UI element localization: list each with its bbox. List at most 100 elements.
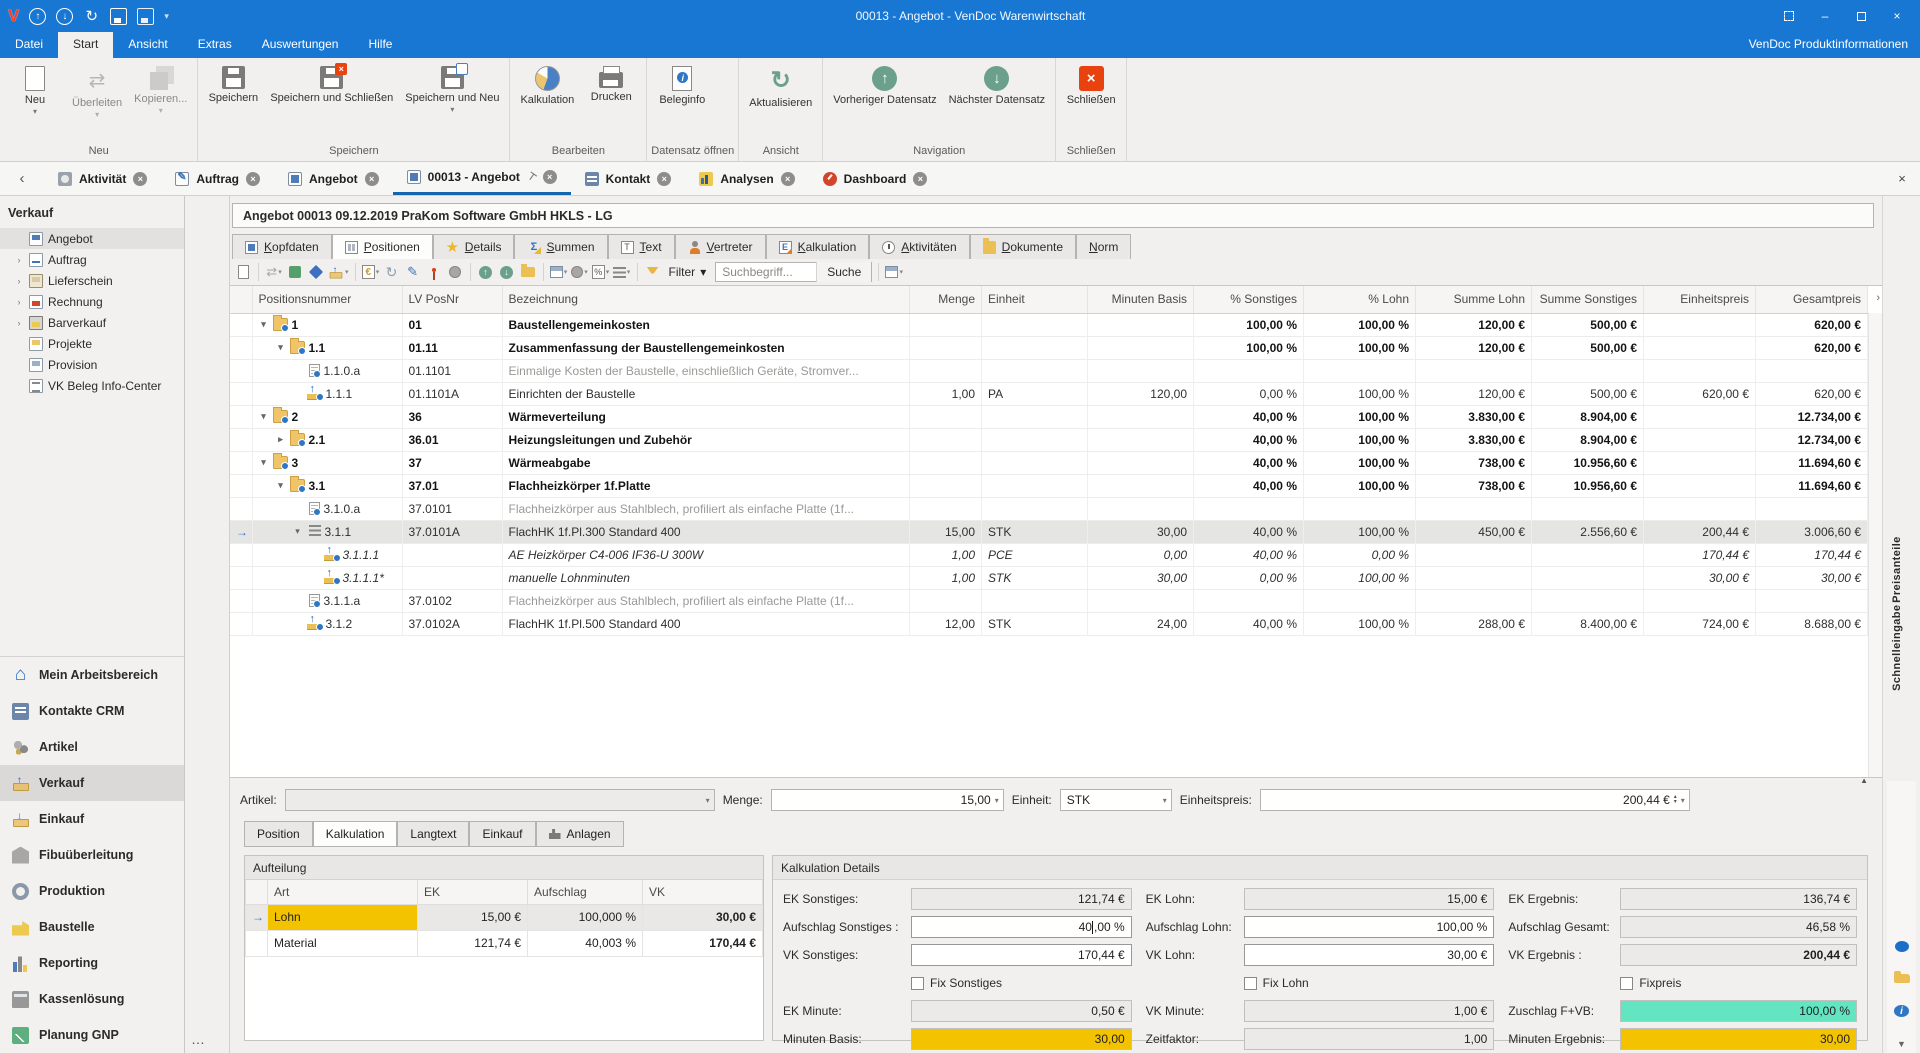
vorheriger-datensatz-button[interactable]: ↑Vorheriger Datensatz xyxy=(827,62,942,108)
save-icon[interactable] xyxy=(110,8,127,25)
ueberleiten-button[interactable]: ⇄Überleiten▾ xyxy=(66,62,128,120)
naechster-datensatz-button[interactable]: ↓Nächster Datensatz xyxy=(943,62,1052,108)
article-icon[interactable]: ▾ xyxy=(328,263,349,281)
record-up-icon[interactable]: ↑ xyxy=(29,8,46,25)
editor-tab-anlagen[interactable]: Anlagen xyxy=(536,821,624,847)
tab-vertreter[interactable]: Vertreter xyxy=(675,234,766,259)
artikel-combo[interactable]: ▾ xyxy=(285,789,715,811)
price-tag-icon[interactable] xyxy=(307,263,325,281)
table-row[interactable]: ▾236Wärmeverteilung40,00 %100,00 %3.830,… xyxy=(230,405,1868,428)
aufschlag-sonstiges-field[interactable]: 40,00 % xyxy=(911,916,1132,938)
table-row[interactable]: →Lohn15,00 €100,000 %30,00 € xyxy=(246,904,763,930)
table-row[interactable]: 3.1.237.0102AFlachHK 1f.Pl.500 Standard … xyxy=(230,612,1868,635)
checkbox-fixpreis[interactable]: Fixpreis xyxy=(1620,976,1681,990)
vertical-tab-preisanteile[interactable]: Preisanteile xyxy=(1891,536,1903,603)
sidebar-item-angebot[interactable]: Angebot xyxy=(0,228,184,249)
column-header-summe-lohn[interactable]: Summe Lohn xyxy=(1416,286,1532,313)
nav-item-einkauf[interactable]: Einkauf xyxy=(0,801,184,837)
table-row[interactable]: ▾101Baustellengemeinkosten100,00 %100,00… xyxy=(230,313,1868,336)
sidebar-item-lieferschein[interactable]: ›Lieferschein xyxy=(0,270,184,291)
nav-item-baustelle[interactable]: Baustelle xyxy=(0,909,184,945)
schliessen-button[interactable]: ×Schließen xyxy=(1060,62,1122,108)
vertical-tab-schnelleingabe[interactable]: Schnelleingabe xyxy=(1891,605,1903,691)
nav-item-planung-gnp[interactable]: Planung GNP xyxy=(0,1017,184,1053)
aufschlag-lohn-field[interactable]: 100,00 % xyxy=(1244,916,1495,938)
aktualisieren-button[interactable]: ↻Aktualisieren xyxy=(743,62,818,111)
new-position-icon[interactable] xyxy=(234,263,252,281)
menu-item-datei[interactable]: Datei xyxy=(0,32,58,58)
column-header-art[interactable]: Art xyxy=(268,880,418,904)
vk-sonstiges-field[interactable]: 170,44 € xyxy=(911,944,1132,966)
spinner-icon[interactable]: ▴▾ xyxy=(1674,795,1677,805)
column-header-sonstiges[interactable]: % Sonstiges xyxy=(1194,286,1304,313)
table-row[interactable]: ▸2.136.01Heizungsleitungen und Zubehör40… xyxy=(230,428,1868,451)
close-tab-icon[interactable]: × xyxy=(365,172,379,186)
table-row[interactable]: ▾337Wärmeabgabe40,00 %100,00 %738,00 €10… xyxy=(230,451,1868,474)
filter-icon[interactable] xyxy=(644,263,662,281)
tab-text[interactable]: TText xyxy=(608,234,675,259)
close-tab-icon[interactable]: × xyxy=(781,172,795,186)
nav-item-verkauf[interactable]: Verkauf xyxy=(0,765,184,801)
expander-icon[interactable]: ▾ xyxy=(259,319,269,330)
panel-splitter[interactable]: ▲ xyxy=(230,777,1882,783)
layout-icon[interactable]: ▾ xyxy=(885,263,903,281)
tab-kopfdaten[interactable]: Kopfdaten xyxy=(232,234,332,259)
percent-doc-icon[interactable]: %▾ xyxy=(592,263,610,281)
close-tab-icon[interactable]: × xyxy=(543,170,557,184)
tab-close-icon[interactable]: × xyxy=(1884,162,1920,195)
expander-icon[interactable]: ▾ xyxy=(276,480,286,491)
table-row[interactable]: →▾3.1.137.0101AFlachHK 1f.Pl.300 Standar… xyxy=(230,520,1868,543)
table-row[interactable]: 1.1.101.1101AEinrichten der Baustelle1,0… xyxy=(230,382,1868,405)
menu-item-hilfe[interactable]: Hilfe xyxy=(353,32,407,58)
recalc-icon[interactable]: ↻ xyxy=(383,263,401,281)
transfer-icon[interactable]: ⇄▾ xyxy=(265,263,283,281)
column-header-vk[interactable]: VK xyxy=(643,880,763,904)
kalkulation-button[interactable]: Kalkulation xyxy=(514,62,580,108)
checkbox-icon[interactable] xyxy=(1244,977,1257,990)
menu-item-start[interactable]: Start xyxy=(58,32,113,58)
editor-tab-langtext[interactable]: Langtext xyxy=(397,821,469,847)
pin-icon[interactable] xyxy=(425,263,443,281)
doc-tab-analysen[interactable]: Analysen× xyxy=(685,162,808,195)
nav-item-reporting[interactable]: Reporting xyxy=(0,945,184,981)
expander-icon[interactable]: ▾ xyxy=(259,411,269,422)
checkbox-fix-sonstiges[interactable]: Fix Sonstiges xyxy=(911,976,1002,990)
kopieren-button[interactable]: Kopieren...▾ xyxy=(128,62,193,116)
close-tab-icon[interactable]: × xyxy=(657,172,671,186)
table-row[interactable]: ▾1.101.11Zusammenfassung der Baustelleng… xyxy=(230,336,1868,359)
table-settings-icon[interactable]: ▾ xyxy=(550,263,568,281)
vk-lohn-field[interactable]: 30,00 € xyxy=(1244,944,1495,966)
expander-icon[interactable]: ▸ xyxy=(276,434,286,445)
checkbox-fix-lohn[interactable]: Fix Lohn xyxy=(1244,976,1309,990)
table-row[interactable]: 3.1.1.1*manuelle Lohnminuten1,00STK30,00… xyxy=(230,566,1868,589)
fullscreen-button[interactable] xyxy=(1772,4,1806,28)
close-tab-icon[interactable]: × xyxy=(913,172,927,186)
more-columns-icon[interactable]: › xyxy=(1876,292,1880,304)
maximize-button[interactable] xyxy=(1844,4,1878,28)
nav-item-fibuueberleitung[interactable]: Fibuüberleitung xyxy=(0,837,184,873)
einheitspreis-field[interactable]: 200,44 € ▴▾ ▾ xyxy=(1260,789,1690,811)
search-input[interactable] xyxy=(716,263,816,281)
sidebar-item-rechnung[interactable]: ›Rechnung xyxy=(0,291,184,312)
column-header-gesamtpreis[interactable]: Gesamtpreis xyxy=(1756,286,1868,313)
web-icon[interactable] xyxy=(446,263,464,281)
pin-icon[interactable]: ⊤ xyxy=(525,170,538,184)
price-doc-icon[interactable]: €▾ xyxy=(362,263,380,281)
edit-position-icon[interactable]: ✎ xyxy=(404,263,422,281)
quick-entry-vertical-tab[interactable]: Schnelleingabe Preisanteile xyxy=(1891,536,1903,691)
tab-kalkulation[interactable]: EKalkulation xyxy=(766,234,870,259)
info-icon[interactable]: i xyxy=(1894,1005,1909,1017)
doc-tab-00013-angebot[interactable]: 00013 - Angebot⊤× xyxy=(393,162,571,195)
einheit-combo[interactable]: STK▾ xyxy=(1060,789,1172,811)
close-button[interactable]: × xyxy=(1880,4,1914,28)
speichern-und-schliessen-button[interactable]: ×Speichern und Schließen xyxy=(264,62,399,106)
column-header-ek[interactable]: EK xyxy=(418,880,528,904)
table-row[interactable]: Material121,74 €40,003 %170,44 € xyxy=(246,930,763,956)
folder-icon[interactable] xyxy=(519,263,537,281)
table-row[interactable]: 3.1.0.a37.0101Flachheizkörper aus Stahlb… xyxy=(230,497,1868,520)
column-header-aufschlag[interactable]: Aufschlag xyxy=(528,880,643,904)
move-up-icon[interactable]: ↑ xyxy=(477,263,495,281)
web2-icon[interactable]: ▾ xyxy=(571,263,589,281)
minimize-button[interactable]: – xyxy=(1808,4,1842,28)
product-info-link[interactable]: VenDoc Produktinformationen xyxy=(1737,32,1920,58)
